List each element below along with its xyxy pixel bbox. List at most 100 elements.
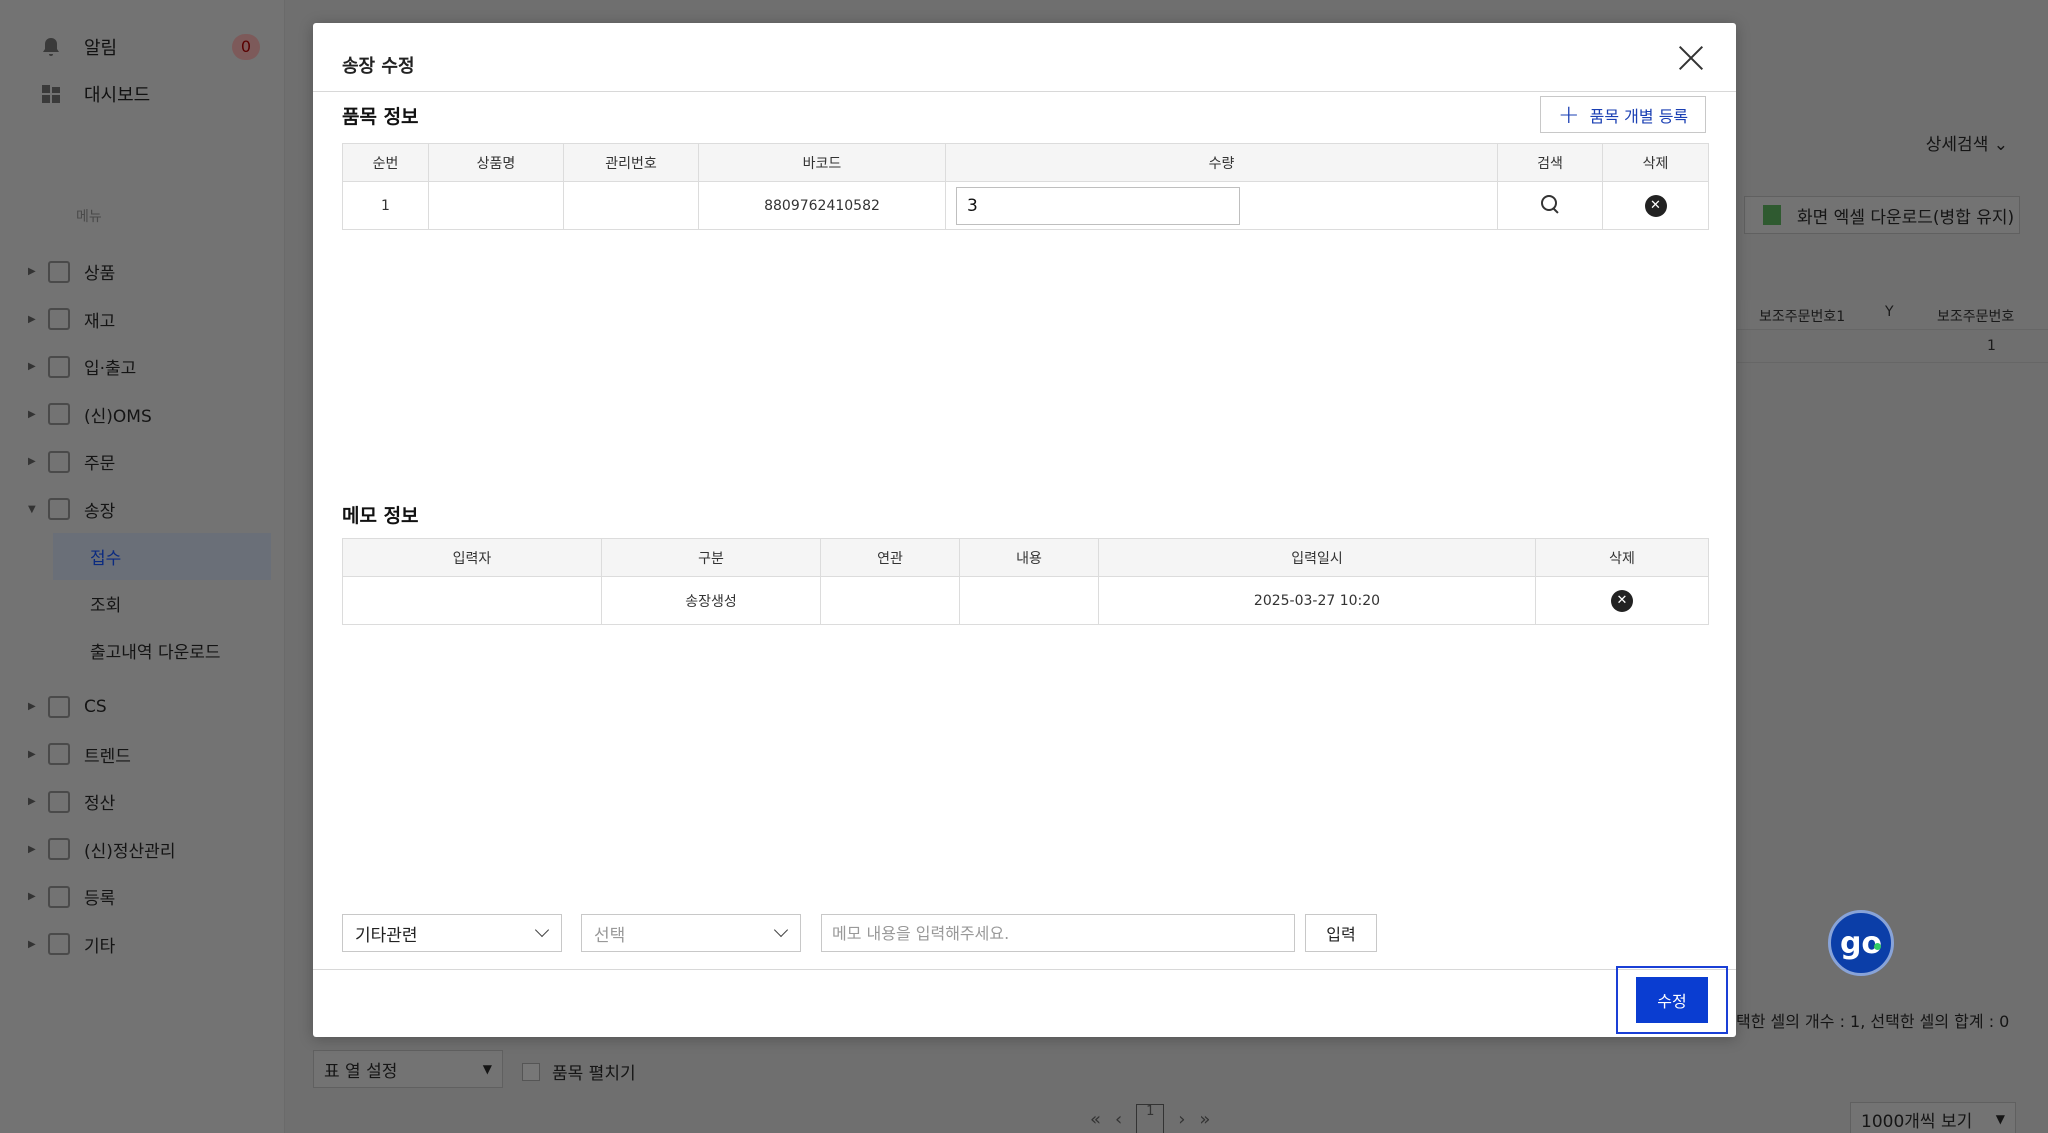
column-header: 순번	[342, 143, 429, 182]
chevron-down-icon: ⌄	[1993, 135, 2008, 155]
chevron-right-icon: ▶	[28, 796, 36, 808]
table-row: 송장생성 2025-03-27 10:20 ✕	[342, 576, 1709, 625]
sidebar-item-label: 주문	[84, 454, 116, 475]
sidebar-menu: ▶ 상품 ▶ 재고 ▶ 입·출고 ▶ (신)OMS ▶ 주문 ▼ 송장 접수 조회 출고내역…	[28, 248, 278, 968]
chevron-down-icon	[773, 922, 789, 938]
chevron-right-icon: ▶	[28, 701, 36, 713]
barcode-cell: 8809762410582	[698, 181, 946, 230]
gear-icon	[48, 933, 70, 956]
column-header: 보조주문번호	[1937, 309, 2015, 325]
background-table-row: 1	[1737, 331, 2048, 363]
memo-type-value: 선택	[594, 925, 626, 946]
sidebar-subitem-receive[interactable]: 접수	[53, 533, 271, 580]
content-cell	[959, 576, 1099, 625]
invoice-edit-modal: 송장 수정 품목 정보 + 품목 개별 등록 순번 상품명 관리번호 바코드 수…	[313, 23, 1736, 1037]
column-settings-select[interactable]: 표 열 설정 ▼	[313, 1050, 503, 1088]
excel-icon	[1763, 205, 1781, 225]
sidebar-item-label: 입·출고	[84, 359, 137, 380]
sidebar-item-register[interactable]: ▶ 등록	[28, 873, 278, 921]
alerts-count-badge: 0	[232, 34, 260, 60]
prev-page-icon[interactable]: ‹	[1115, 1109, 1122, 1130]
close-icon[interactable]	[1676, 43, 1706, 73]
search-cell	[1497, 181, 1603, 230]
memo-submit-button[interactable]: 입력	[1305, 914, 1377, 952]
cart-icon	[48, 450, 70, 473]
sidebar: 알림 0 대시보드 메뉴 ▶ 상품 ▶ 재고 ▶ 입·출고 ▶ (신)OMS ▶ 주문 ▼…	[0, 0, 285, 1133]
sidebar-subitem-shipment-download[interactable]: 출고내역 다운로드	[28, 627, 278, 674]
sidebar-item-label: 상품	[84, 264, 116, 285]
current-page[interactable]: 1	[1136, 1104, 1165, 1133]
column-header: 수량	[945, 143, 1498, 182]
search-icon[interactable]	[1540, 194, 1560, 214]
column-header: 바코드	[698, 143, 946, 182]
column-header: 구분	[601, 538, 821, 577]
per-page-select[interactable]: 1000개씩 보기 ▼	[1850, 1102, 2016, 1133]
submit-focus-ring: 수정	[1616, 966, 1728, 1034]
quantity-input[interactable]	[956, 186, 1240, 225]
chevron-right-icon: ▶	[28, 891, 36, 903]
checkbox-box[interactable]	[522, 1062, 540, 1081]
quantity-cell	[945, 181, 1498, 230]
warehouse-icon	[48, 308, 70, 331]
sidebar-item-etc[interactable]: ▶ 기타	[28, 921, 278, 969]
column-header: 검색	[1497, 143, 1603, 182]
selection-summary: 택한 셀의 개수 : 1, 선택한 셀의 합계 : 0	[1736, 1012, 2010, 1031]
sidebar-item-cs[interactable]: ▶ CS	[28, 683, 278, 731]
column-header: 삭제	[1535, 538, 1709, 577]
sidebar-item-label: CS	[84, 696, 107, 717]
sidebar-item-invoice[interactable]: ▼ 송장	[28, 486, 278, 534]
sidebar-item-orders[interactable]: ▶ 주문	[28, 438, 278, 486]
filter-icon[interactable]: Y	[1885, 304, 1894, 320]
go-chat-button[interactable]: go	[1828, 910, 1894, 976]
won-icon	[48, 838, 70, 861]
caret-down-icon: ▼	[1995, 1112, 2005, 1126]
memo-type-select[interactable]: 선택	[581, 914, 801, 952]
save-button[interactable]: 수정	[1636, 977, 1708, 1023]
pencil-icon	[48, 885, 70, 908]
bell-icon	[43, 38, 59, 56]
chevron-right-icon: ▶	[28, 266, 36, 278]
detail-search-toggle[interactable]: 상세검색 ⌄	[1926, 130, 2008, 155]
chevron-down-icon	[534, 922, 550, 938]
table-cell: 1	[1987, 338, 1996, 354]
delete-icon[interactable]: ✕	[1611, 589, 1633, 612]
memo-content-input[interactable]	[821, 914, 1295, 952]
delete-icon[interactable]: ✕	[1644, 194, 1667, 217]
sidebar-item-trend[interactable]: ▶ 트렌드	[28, 731, 278, 779]
column-settings-label: 표 열 설정	[324, 1061, 398, 1082]
sidebar-item-products[interactable]: ▶ 상품	[28, 248, 278, 296]
dashboard-menu[interactable]: 대시보드	[40, 81, 150, 107]
invoice-icon	[48, 498, 70, 521]
sidebar-subitem-lookup[interactable]: 조회	[28, 580, 278, 627]
truck-icon	[48, 355, 70, 378]
memo-category-select[interactable]: 기타관련	[342, 914, 562, 952]
sidebar-item-label: 등록	[84, 889, 116, 910]
next-page-icon[interactable]: ›	[1178, 1109, 1185, 1130]
expand-items-checkbox[interactable]: 품목 펼치기	[522, 1059, 636, 1084]
sidebar-item-oms[interactable]: ▶ (신)OMS	[28, 391, 278, 439]
sidebar-item-settlement-mgmt[interactable]: ▶ (신)정산관리	[28, 826, 278, 874]
table-row: 1 8809762410582 ✕	[342, 181, 1709, 230]
chevron-right-icon: ▶	[28, 408, 36, 420]
sidebar-item-inventory[interactable]: ▶ 재고	[28, 296, 278, 344]
writer-cell	[342, 576, 602, 625]
item-table-header: 순번 상품명 관리번호 바코드 수량 검색 삭제	[342, 143, 1709, 182]
sidebar-item-inout[interactable]: ▶ 입·출고	[28, 343, 278, 391]
expand-items-label: 품목 펼치기	[552, 1064, 636, 1084]
sidebar-item-label: (신)OMS	[84, 406, 152, 427]
sidebar-item-settlement[interactable]: ▶ 정산	[28, 778, 278, 826]
item-table: 순번 상품명 관리번호 바코드 수량 검색 삭제 1 8809762410582…	[342, 143, 1709, 230]
excel-download-label: 화면 엑셀 다운로드(병합 유지)	[1797, 207, 2015, 228]
first-page-icon[interactable]: «	[1090, 1109, 1101, 1130]
column-header: 관리번호	[563, 143, 699, 182]
caret-down-icon: ▼	[482, 1062, 492, 1076]
background-table-header: 보조주문번호1 Y 보조주문번호	[1737, 300, 2048, 330]
datetime-cell: 2025-03-27 10:20	[1098, 576, 1536, 625]
sidebar-subitem-label: 접수	[90, 549, 122, 569]
excel-download-button[interactable]: 화면 엑셀 다운로드(병합 유지)	[1744, 196, 2020, 234]
column-header: 상품명	[428, 143, 564, 182]
add-item-button[interactable]: + 품목 개별 등록	[1540, 96, 1706, 133]
last-page-icon[interactable]: »	[1199, 1109, 1210, 1130]
per-page-label: 1000개씩 보기	[1861, 1111, 1973, 1132]
alerts-menu[interactable]: 알림	[40, 34, 117, 60]
